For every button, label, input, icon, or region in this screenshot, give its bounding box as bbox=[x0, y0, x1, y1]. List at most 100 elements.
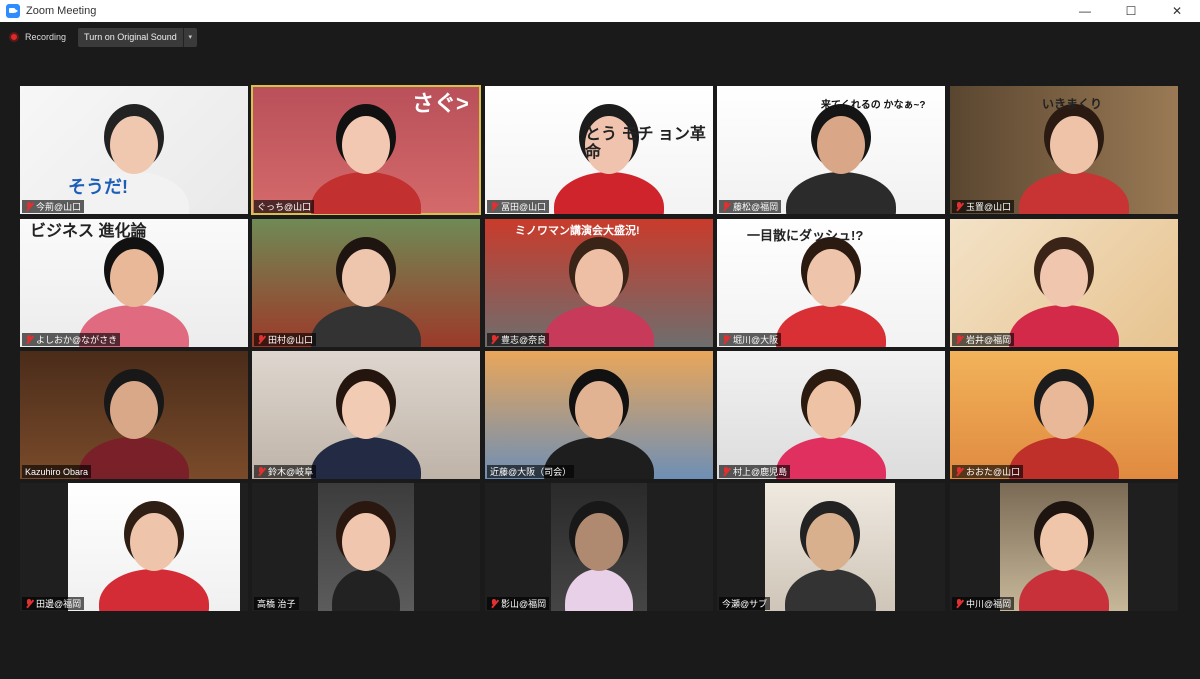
muted-mic-icon bbox=[490, 334, 498, 345]
participant-body bbox=[544, 305, 654, 347]
participant-name-label: 影山@福岡 bbox=[487, 597, 550, 610]
participant-video bbox=[950, 219, 1178, 347]
muted-mic-icon bbox=[955, 334, 963, 345]
recording-label: Recording bbox=[25, 32, 67, 42]
participant-body bbox=[776, 305, 886, 347]
participant-name-label: おおた@山口 bbox=[952, 465, 1024, 478]
participant-video bbox=[551, 483, 647, 611]
participant-video: 一目散にダッシュ!? bbox=[717, 219, 945, 347]
participant-name: 影山@福岡 bbox=[501, 599, 547, 609]
participant-tile[interactable]: 中川@福岡 bbox=[950, 483, 1178, 611]
participant-tile[interactable]: 村上@鹿児島 bbox=[717, 351, 945, 479]
participant-video: ミノワマン講演会大盛況! bbox=[485, 219, 713, 347]
participant-tile[interactable]: ビジネス 進化論よしおか@ながさき bbox=[20, 219, 248, 347]
participant-tile[interactable]: 田村@山口 bbox=[252, 219, 480, 347]
participant-face bbox=[110, 381, 158, 439]
virtual-background-caption: いきまくり bbox=[1042, 97, 1103, 111]
participant-tile[interactable]: おおた@山口 bbox=[950, 351, 1178, 479]
participant-tile[interactable]: 来てくれるの かなぁ~? 藤松@福岡 bbox=[717, 86, 945, 214]
participant-body bbox=[311, 305, 421, 347]
participant-name: 村上@鹿児島 bbox=[733, 467, 788, 477]
virtual-background-caption: そうだ! bbox=[68, 177, 128, 197]
participant-tile[interactable]: ミノワマン講演会大盛況! 豊志@奈良 bbox=[485, 219, 713, 347]
original-sound-button[interactable]: Turn on Original Sound bbox=[78, 28, 183, 47]
minimize-button[interactable]: — bbox=[1062, 0, 1108, 22]
participant-video bbox=[485, 351, 713, 479]
participant-tile[interactable]: 高橋 治子 bbox=[252, 483, 480, 611]
participant-name-label: 冨田@山口 bbox=[487, 200, 550, 213]
participant-video: そうだ! bbox=[20, 86, 248, 214]
participant-face bbox=[342, 249, 390, 307]
muted-mic-icon bbox=[25, 334, 33, 345]
muted-mic-icon bbox=[490, 201, 498, 212]
participant-body bbox=[99, 569, 209, 611]
participant-video bbox=[318, 483, 414, 611]
participant-face bbox=[807, 249, 855, 307]
participant-tile[interactable]: さぐ> ぐっち@山口 bbox=[251, 85, 481, 215]
participant-name: 岩井@福岡 bbox=[966, 335, 1012, 345]
participant-name: 今瀬@サブ bbox=[722, 599, 768, 609]
participant-video bbox=[252, 219, 480, 347]
participant-name: 堀川@大阪 bbox=[733, 335, 779, 345]
participant-body bbox=[554, 172, 664, 214]
participant-body bbox=[1009, 437, 1119, 479]
participant-tile[interactable]: とう モチ ョン革命 冨田@山口 bbox=[485, 86, 713, 214]
participant-face bbox=[575, 513, 623, 571]
participant-face bbox=[342, 116, 390, 174]
muted-mic-icon bbox=[722, 466, 730, 477]
participant-tile[interactable]: 近藤@大阪（司会） bbox=[485, 351, 713, 479]
participant-name: 今荊@山口 bbox=[36, 202, 82, 212]
participant-video bbox=[1000, 483, 1128, 611]
participant-name: おおた@山口 bbox=[966, 467, 1021, 477]
participant-body bbox=[776, 437, 886, 479]
participant-name-label: よしおか@ながさき bbox=[22, 333, 121, 346]
participant-tile[interactable]: 一目散にダッシュ!? 堀川@大阪 bbox=[717, 219, 945, 347]
participant-body bbox=[1019, 172, 1129, 214]
chevron-down-icon[interactable]: ▾ bbox=[182, 27, 197, 47]
participant-tile[interactable]: そうだ! 今荊@山口 bbox=[20, 86, 248, 214]
participant-face bbox=[806, 513, 854, 571]
participant-name-label: 岩井@福岡 bbox=[952, 333, 1015, 346]
original-sound-control: Turn on Original Sound ▾ bbox=[78, 27, 197, 47]
participant-name-label: 中川@福岡 bbox=[952, 597, 1015, 610]
participant-tile[interactable]: 鈴木@岐阜 bbox=[252, 351, 480, 479]
muted-mic-icon bbox=[955, 466, 963, 477]
recording-icon bbox=[9, 32, 19, 42]
participant-body bbox=[1019, 569, 1109, 611]
participant-body bbox=[786, 172, 896, 214]
participant-name: よしおか@ながさき bbox=[36, 335, 118, 345]
participant-name-label: Kazuhiro Obara bbox=[22, 465, 92, 478]
participant-tile[interactable]: ネット ビジネス 進化論今瀬@サブ bbox=[717, 483, 945, 611]
virtual-background-caption: さぐ> bbox=[412, 91, 469, 116]
title-bar: Zoom Meeting — ☐ ✕ bbox=[0, 0, 1200, 22]
participant-name-label: 藤松@福岡 bbox=[719, 200, 782, 213]
participant-body bbox=[1009, 305, 1119, 347]
participant-face bbox=[342, 381, 390, 439]
participant-tile[interactable]: いきまくり 玉置@山口 bbox=[950, 86, 1178, 214]
participant-name: 中川@福岡 bbox=[966, 599, 1012, 609]
muted-mic-icon bbox=[257, 334, 265, 345]
participant-tile[interactable]: Kazuhiro Obara bbox=[20, 351, 248, 479]
participant-name-label: 今瀬@サブ bbox=[719, 597, 771, 610]
participant-tile[interactable]: 影山@福岡 bbox=[485, 483, 713, 611]
participant-video: とう モチ ョン革命 bbox=[485, 86, 713, 214]
participant-video: さぐ> bbox=[252, 86, 480, 214]
participant-tile[interactable]: 岩井@福岡 bbox=[950, 219, 1178, 347]
virtual-background-caption: 一目散にダッシュ!? bbox=[747, 228, 864, 243]
participant-video: ビジネス 進化論 bbox=[20, 219, 248, 347]
maximize-button[interactable]: ☐ bbox=[1108, 0, 1154, 22]
participant-video bbox=[20, 351, 248, 479]
participant-name-label: 今荊@山口 bbox=[22, 200, 85, 213]
muted-mic-icon bbox=[25, 598, 33, 609]
participant-body bbox=[311, 172, 421, 214]
muted-mic-icon bbox=[25, 201, 33, 212]
participant-name: 豊志@奈良 bbox=[501, 335, 547, 345]
participant-video bbox=[950, 351, 1178, 479]
participant-face bbox=[130, 513, 178, 571]
close-button[interactable]: ✕ bbox=[1154, 0, 1200, 22]
participant-face bbox=[1040, 249, 1088, 307]
participant-name: 藤松@福岡 bbox=[733, 202, 779, 212]
participant-face bbox=[575, 249, 623, 307]
virtual-background-caption: ビジネス 進化論 bbox=[30, 223, 147, 240]
participant-tile[interactable]: 田邊@福岡 bbox=[20, 483, 248, 611]
